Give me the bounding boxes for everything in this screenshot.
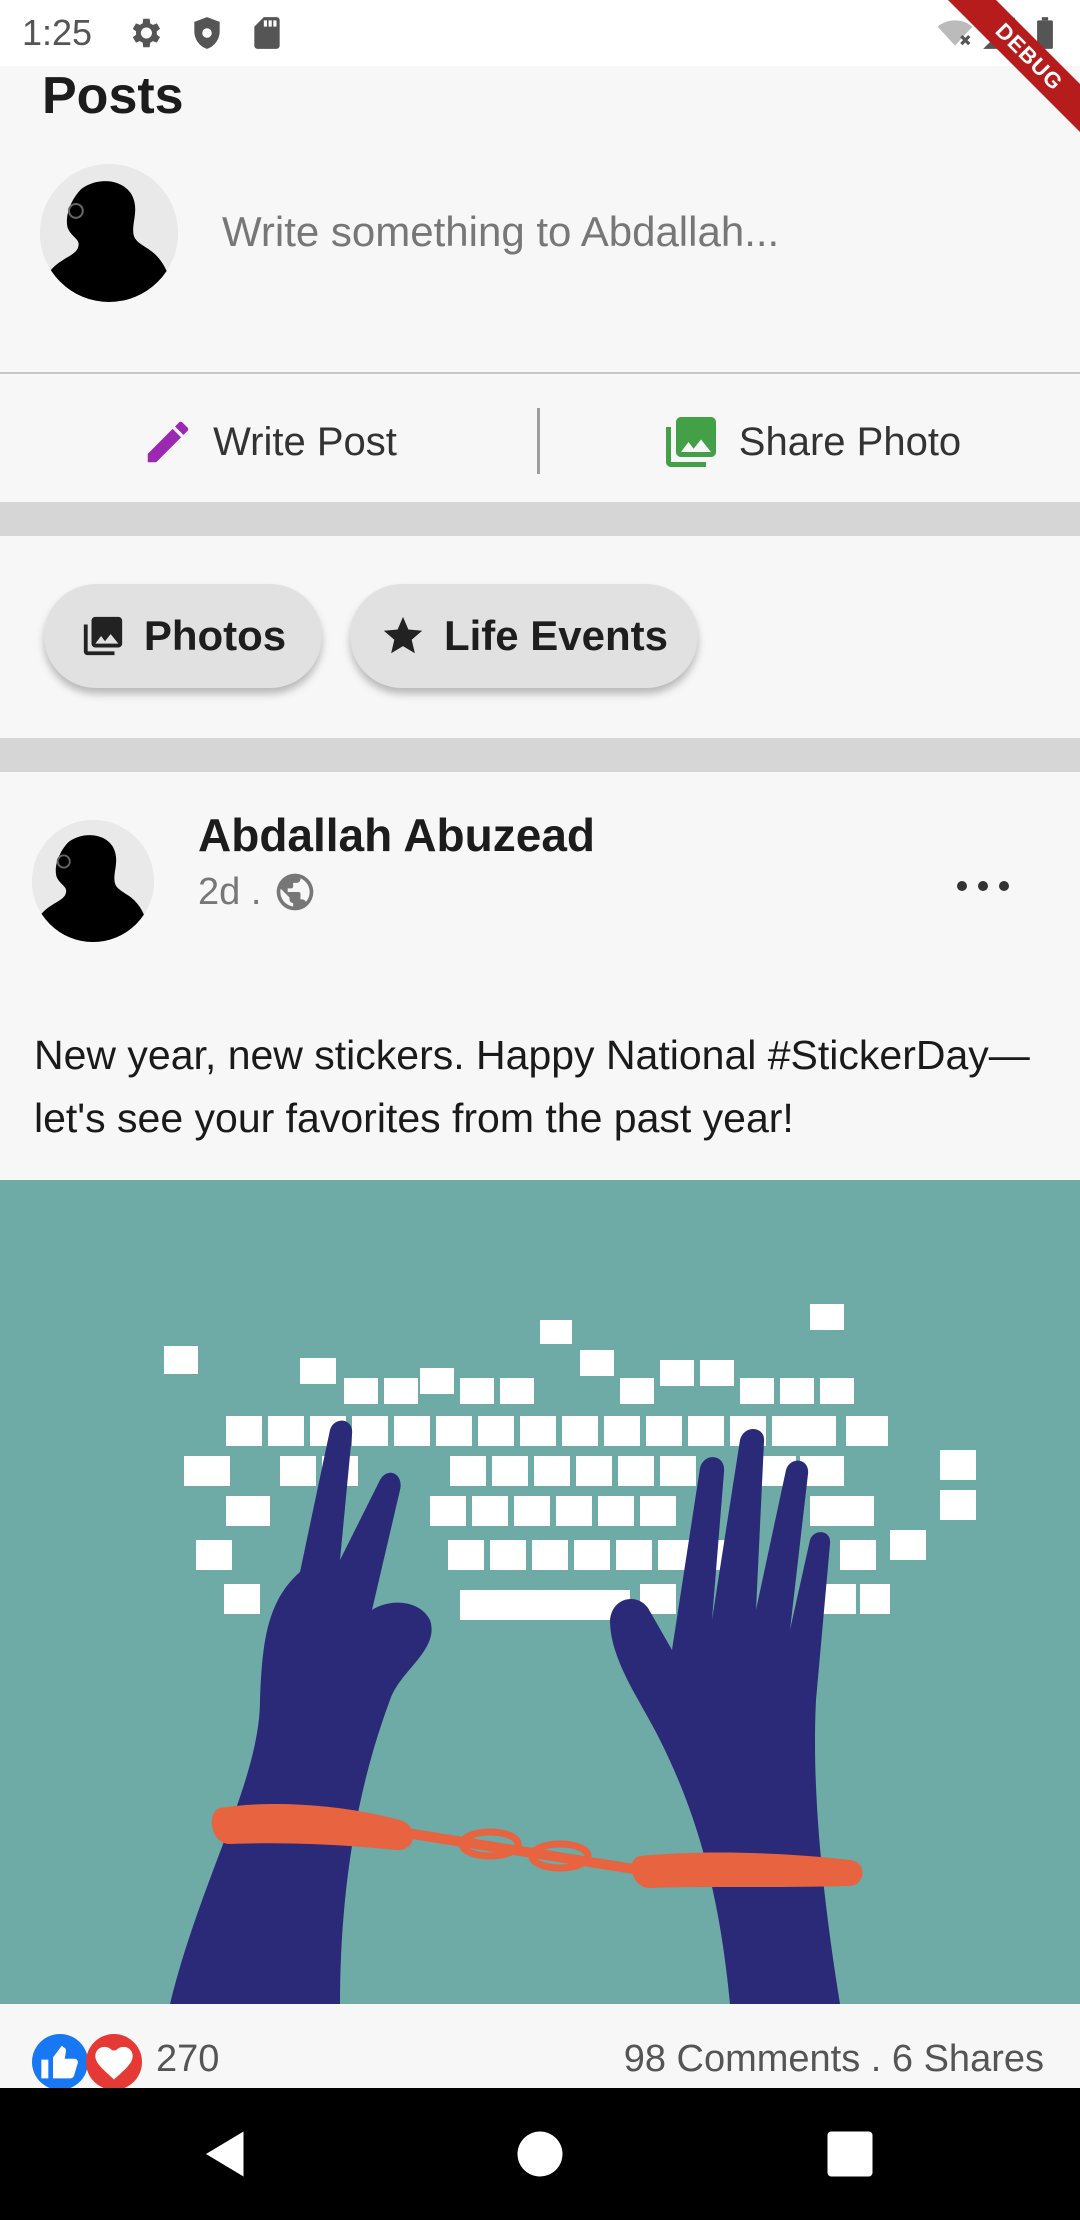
photo-library-icon [83, 616, 122, 656]
write-post-button[interactable]: Write Post [0, 400, 538, 484]
gear-icon [126, 14, 164, 52]
globe-icon [277, 873, 314, 911]
post-time: 2d . [198, 870, 262, 913]
status-time: 1:25 [22, 12, 93, 53]
composer-input[interactable]: Write something to Abdallah... [222, 200, 1022, 264]
share-photo-label: Share Photo [738, 419, 962, 464]
sd-card-icon [248, 14, 286, 52]
avatar[interactable] [40, 164, 178, 302]
section-separator [0, 738, 1080, 772]
recents-icon[interactable] [820, 2124, 880, 2184]
share-photo-button[interactable]: Share Photo [542, 400, 1080, 484]
section-separator [0, 502, 1080, 536]
photos-chip-label: Photos [143, 612, 287, 659]
life-events-chip-label: Life Events [443, 612, 669, 659]
love-reaction-icon[interactable] [86, 2034, 142, 2090]
post-text: New year, new stickers. Happy National #… [34, 1032, 1030, 1141]
pencil-icon [147, 421, 189, 463]
comments-shares-count[interactable]: 98 Comments . 6 Shares [624, 2038, 1044, 2081]
write-post-label: Write Post [213, 419, 397, 464]
avatar[interactable] [32, 820, 154, 942]
reaction-count[interactable]: 270 [156, 2038, 219, 2081]
divider [0, 372, 1080, 374]
more-options-icon[interactable] [952, 862, 1014, 910]
post-meta: 2d . [198, 870, 317, 914]
like-reaction-icon[interactable] [32, 2034, 88, 2090]
post-image[interactable] [0, 1180, 1080, 2004]
divider [537, 408, 540, 474]
star-icon [383, 616, 423, 654]
post-author-name[interactable]: Abdallah Abuzead [198, 808, 595, 862]
home-icon[interactable] [510, 2124, 570, 2184]
life-events-chip[interactable]: Life Events [350, 584, 698, 688]
back-icon[interactable] [196, 2124, 256, 2184]
photo-library-icon [665, 417, 716, 467]
photos-chip[interactable]: Photos [44, 584, 322, 688]
shield-icon [188, 14, 226, 52]
posts-title: Posts [42, 67, 184, 125]
